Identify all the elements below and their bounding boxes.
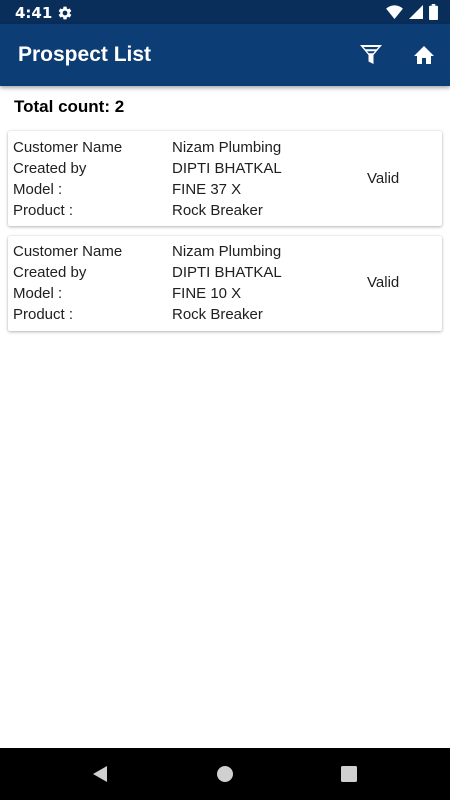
created-by-label: Created by	[13, 160, 87, 177]
product-label: Product :	[13, 306, 74, 323]
customer-label: Customer Name	[13, 139, 123, 156]
product-label: Product :	[13, 202, 74, 219]
customer-value: Nizam Plumbing	[172, 243, 282, 260]
total-count: Total count: 2	[14, 97, 124, 117]
prospect-card[interactable]: Customer Name Nizam Plumbing Created by …	[8, 236, 442, 331]
status-time: 4:41	[15, 4, 53, 22]
status-badge: Valid	[367, 170, 400, 187]
home-button[interactable]	[409, 40, 439, 70]
home-icon	[414, 46, 434, 64]
product-value: Rock Breaker	[172, 306, 263, 323]
filter-icon	[360, 45, 382, 64]
model-label: Model :	[13, 181, 63, 198]
recents-button[interactable]	[337, 762, 361, 786]
system-nav-bar	[0, 748, 450, 800]
battery-icon	[429, 4, 438, 20]
status-bar: 4:41	[0, 0, 450, 24]
prospect-card[interactable]: Customer Name Nizam Plumbing Created by …	[8, 131, 442, 226]
app-bar: Prospect List	[0, 24, 450, 86]
total-count-value: 2	[114, 97, 125, 116]
model-value: FINE 10 X	[172, 285, 242, 302]
customer-value: Nizam Plumbing	[172, 139, 282, 156]
home-nav-button[interactable]	[213, 762, 237, 786]
model-value: FINE 37 X	[172, 181, 242, 198]
back-button[interactable]	[88, 762, 112, 786]
back-icon	[93, 766, 107, 782]
filter-button[interactable]	[356, 40, 386, 70]
recents-icon	[341, 766, 357, 782]
settings-gear-icon	[58, 6, 72, 20]
page-title: Prospect List	[18, 43, 152, 66]
created-by-label: Created by	[13, 264, 87, 281]
home-circle-icon	[217, 766, 233, 782]
created-by-value: DIPTI BHATKAL	[172, 160, 282, 177]
customer-label: Customer Name	[13, 243, 123, 260]
status-icons	[386, 4, 438, 20]
model-label: Model :	[13, 285, 63, 302]
product-value: Rock Breaker	[172, 202, 263, 219]
status-badge: Valid	[367, 274, 400, 291]
wifi-icon	[386, 5, 403, 19]
created-by-value: DIPTI BHATKAL	[172, 264, 282, 281]
total-count-label: Total count:	[14, 97, 110, 116]
cell-signal-icon	[409, 5, 423, 19]
